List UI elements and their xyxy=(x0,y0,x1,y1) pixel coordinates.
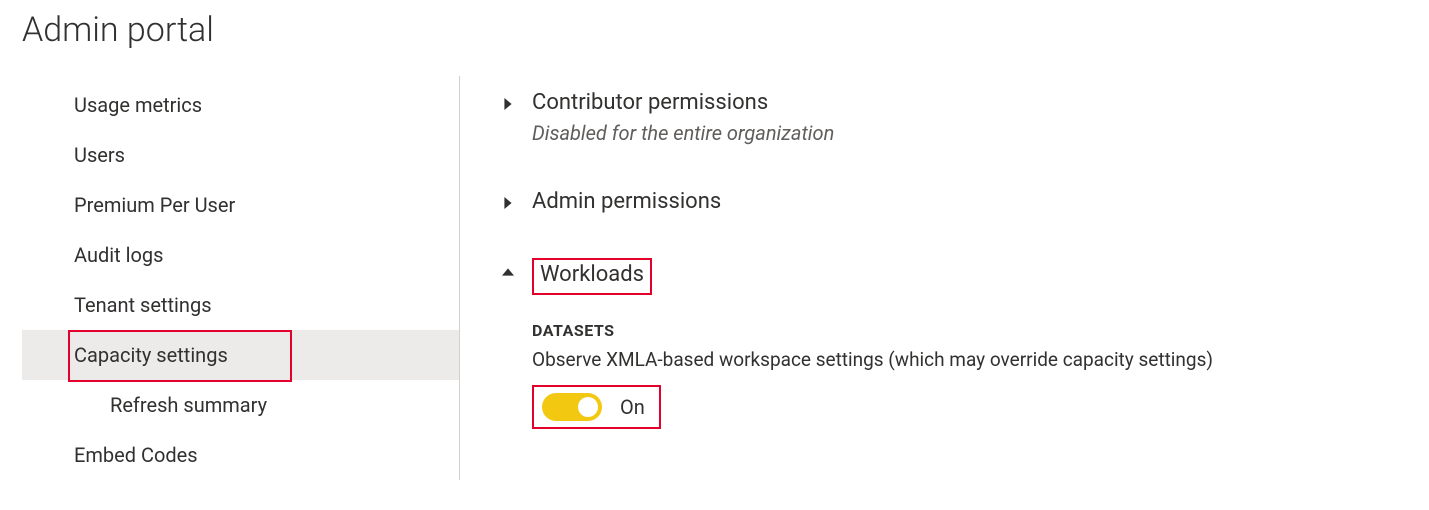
sidebar-item-refresh-summary[interactable]: Refresh summary xyxy=(22,380,459,430)
toggle-state-label: On xyxy=(620,395,645,419)
section-header-workloads[interactable]: Workloads xyxy=(532,258,1213,295)
toggle-knob-icon xyxy=(578,397,598,417)
section-subtitle: Disabled for the entire organization xyxy=(532,121,834,145)
caret-right-icon[interactable] xyxy=(502,197,514,209)
section-header-admin[interactable]: Admin permissions xyxy=(532,189,721,214)
sidebar-item-capacity-settings[interactable]: Capacity settings xyxy=(22,330,459,380)
page-title: Admin portal xyxy=(22,10,1407,50)
section-title: Contributor permissions xyxy=(532,90,768,115)
section-admin-permissions: Admin permissions xyxy=(502,179,1407,214)
annotation-highlight-box: Workloads xyxy=(532,258,652,295)
sidebar-item-tenant-settings[interactable]: Tenant settings xyxy=(22,280,459,330)
sidebar-item-users[interactable]: Users xyxy=(22,130,459,180)
main-panel: Contributor permissions Disabled for the… xyxy=(460,76,1407,435)
sidebar-item-audit-logs[interactable]: Audit logs xyxy=(22,230,459,280)
xmla-workspace-settings-toggle[interactable] xyxy=(542,393,602,421)
section-workloads: Workloads DATASETS Observe XMLA-based wo… xyxy=(502,248,1407,429)
annotation-highlight-box: On xyxy=(532,385,661,429)
sidebar-item-embed-codes[interactable]: Embed Codes xyxy=(22,430,459,480)
section-title: Admin permissions xyxy=(532,189,721,214)
sidebar-nav: Usage metrics Users Premium Per User Aud… xyxy=(22,76,460,480)
sidebar-item-usage-metrics[interactable]: Usage metrics xyxy=(22,80,459,130)
workloads-datasets-header: DATASETS xyxy=(532,321,1213,340)
sidebar-item-premium-per-user[interactable]: Premium Per User xyxy=(22,180,459,230)
workloads-datasets-description: Observe XMLA-based workspace settings (w… xyxy=(532,348,1213,371)
sidebar-item-label: Capacity settings xyxy=(74,343,228,367)
admin-portal-page: Admin portal Usage metrics Users Premium… xyxy=(0,0,1429,480)
section-header-contributor[interactable]: Contributor permissions xyxy=(532,90,834,115)
caret-right-icon[interactable] xyxy=(502,98,514,110)
section-contributor-permissions: Contributor permissions Disabled for the… xyxy=(502,80,1407,145)
caret-up-icon[interactable] xyxy=(502,266,514,278)
section-title: Workloads xyxy=(540,262,644,287)
layout: Usage metrics Users Premium Per User Aud… xyxy=(22,76,1407,480)
